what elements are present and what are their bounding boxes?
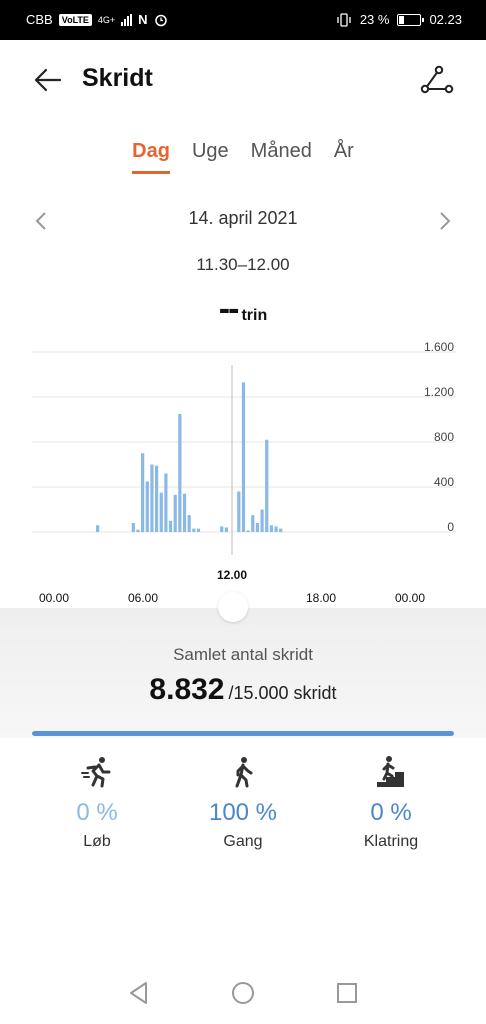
activity-walking: 100 % Gang: [168, 755, 318, 851]
selected-steps: -- trin: [0, 290, 486, 329]
app-header: Skridt: [0, 40, 486, 118]
date-navigator: 14. april 2021: [0, 205, 486, 235]
chart-bar: [168, 520, 173, 532]
nfc-icon: N: [138, 12, 148, 27]
chart-bar: [131, 523, 135, 532]
chart-bar: [246, 530, 250, 532]
y-tick-label: 1.200: [424, 385, 454, 399]
square-recents-icon[interactable]: [334, 980, 360, 1006]
period-tabs: Dag Uge Måned År: [0, 140, 486, 174]
tab-maned[interactable]: Måned: [251, 140, 312, 174]
chart-bar: [237, 491, 241, 532]
tab-ar[interactable]: År: [334, 140, 354, 174]
total-steps-value: 8.832: [149, 673, 225, 706]
steps-unit: trin: [241, 307, 268, 324]
chart-bar: [96, 525, 100, 532]
activity-climbing: 0 % Klatring: [316, 755, 466, 851]
chart-bar: [279, 528, 283, 532]
y-tick-label: 400: [434, 475, 454, 489]
steps-chart[interactable]: 1.600 1.200 800 400 0 12.00 00.00 06.00 18.00 00.…: [0, 340, 486, 610]
battery-icon: [397, 13, 425, 26]
share-nodes-icon[interactable]: [420, 64, 454, 96]
carrier-label: CBB: [26, 12, 53, 27]
battery-percent: 23 %: [359, 12, 390, 27]
circle-home-icon[interactable]: [230, 980, 256, 1006]
steps-progress-fill: [32, 731, 454, 736]
activity-running: 0 % Løb: [22, 755, 172, 851]
vibrate-icon: [337, 12, 351, 27]
y-tick-label: 0: [447, 520, 454, 534]
steps-progress-bar: [32, 731, 454, 736]
chart-bar: [136, 529, 140, 532]
signal-icon: [121, 13, 133, 26]
total-steps: 8.832/15.000 skridt: [0, 673, 486, 707]
steps-chart-svg[interactable]: 1.600 1.200 800 400 0 12.00 00.00 06.00 18.00 00.…: [0, 340, 486, 610]
x-tick-label: 18.00: [306, 591, 336, 605]
chart-bar: [241, 382, 246, 532]
walking-icon: [235, 757, 253, 788]
chart-bar: [141, 453, 145, 532]
climbing-icon: [377, 756, 404, 787]
chart-bar: [178, 413, 182, 532]
chart-bar: [269, 525, 273, 532]
clock: 02.23: [429, 12, 462, 27]
volte-badge: VoLTE: [58, 13, 92, 26]
chart-bar: [220, 526, 224, 532]
chart-bar: [150, 464, 154, 532]
date-label: 14. april 2021: [188, 208, 298, 228]
chart-bar: [159, 492, 163, 532]
walking-percent: 100 %: [208, 799, 278, 826]
chevron-right-icon[interactable]: [432, 209, 456, 233]
y-tick-label: 1.600: [424, 340, 454, 354]
running-label: Løb: [83, 833, 111, 850]
chart-scrubber-handle[interactable]: [218, 592, 248, 622]
chart-bar: [265, 439, 269, 532]
running-percent: 0 %: [76, 799, 118, 826]
chart-bar: [173, 494, 177, 532]
status-bar: CBB VoLTE 4G+ N 23 % 02.23: [0, 0, 486, 40]
tab-uge[interactable]: Uge: [192, 140, 229, 174]
running-icon: [81, 757, 111, 788]
climbing-label: Klatring: [363, 833, 419, 850]
chart-bar: [196, 528, 201, 532]
x-tick-label: 06.00: [128, 591, 158, 605]
chart-bar: [154, 465, 159, 532]
chart-bar: [255, 523, 260, 532]
chart-bar: [260, 509, 264, 532]
total-steps-label: Samlet antal skridt: [173, 645, 313, 664]
y-tick-label: 800: [434, 430, 454, 444]
system-nav-bar: [0, 962, 486, 1024]
chart-bar: [274, 526, 278, 532]
chart-bar: [182, 493, 187, 532]
walking-label: Gang: [223, 833, 263, 850]
chart-bar: [164, 473, 168, 532]
triangle-back-icon[interactable]: [126, 980, 152, 1006]
selected-time-label: 12.00: [217, 568, 247, 582]
alarm-icon: [154, 14, 167, 26]
back-arrow-icon[interactable]: [32, 64, 64, 96]
chart-bar: [192, 528, 196, 532]
selected-steps-value: --: [218, 290, 240, 328]
time-range-label: 11.30–12.00: [196, 255, 290, 274]
chart-bar: [224, 527, 229, 532]
page-title: Skridt: [82, 64, 153, 92]
chart-bar: [187, 515, 191, 532]
steps-goal: /15.000 skridt: [228, 683, 337, 703]
tab-dag[interactable]: Dag: [132, 140, 170, 174]
x-tick-label: 00.00: [39, 591, 69, 605]
chart-bar: [251, 515, 255, 532]
x-tick-label: 00.00: [395, 591, 425, 605]
network-label: 4G+: [97, 14, 116, 25]
chart-bar: [145, 481, 149, 532]
climbing-percent: 0 %: [370, 799, 412, 826]
